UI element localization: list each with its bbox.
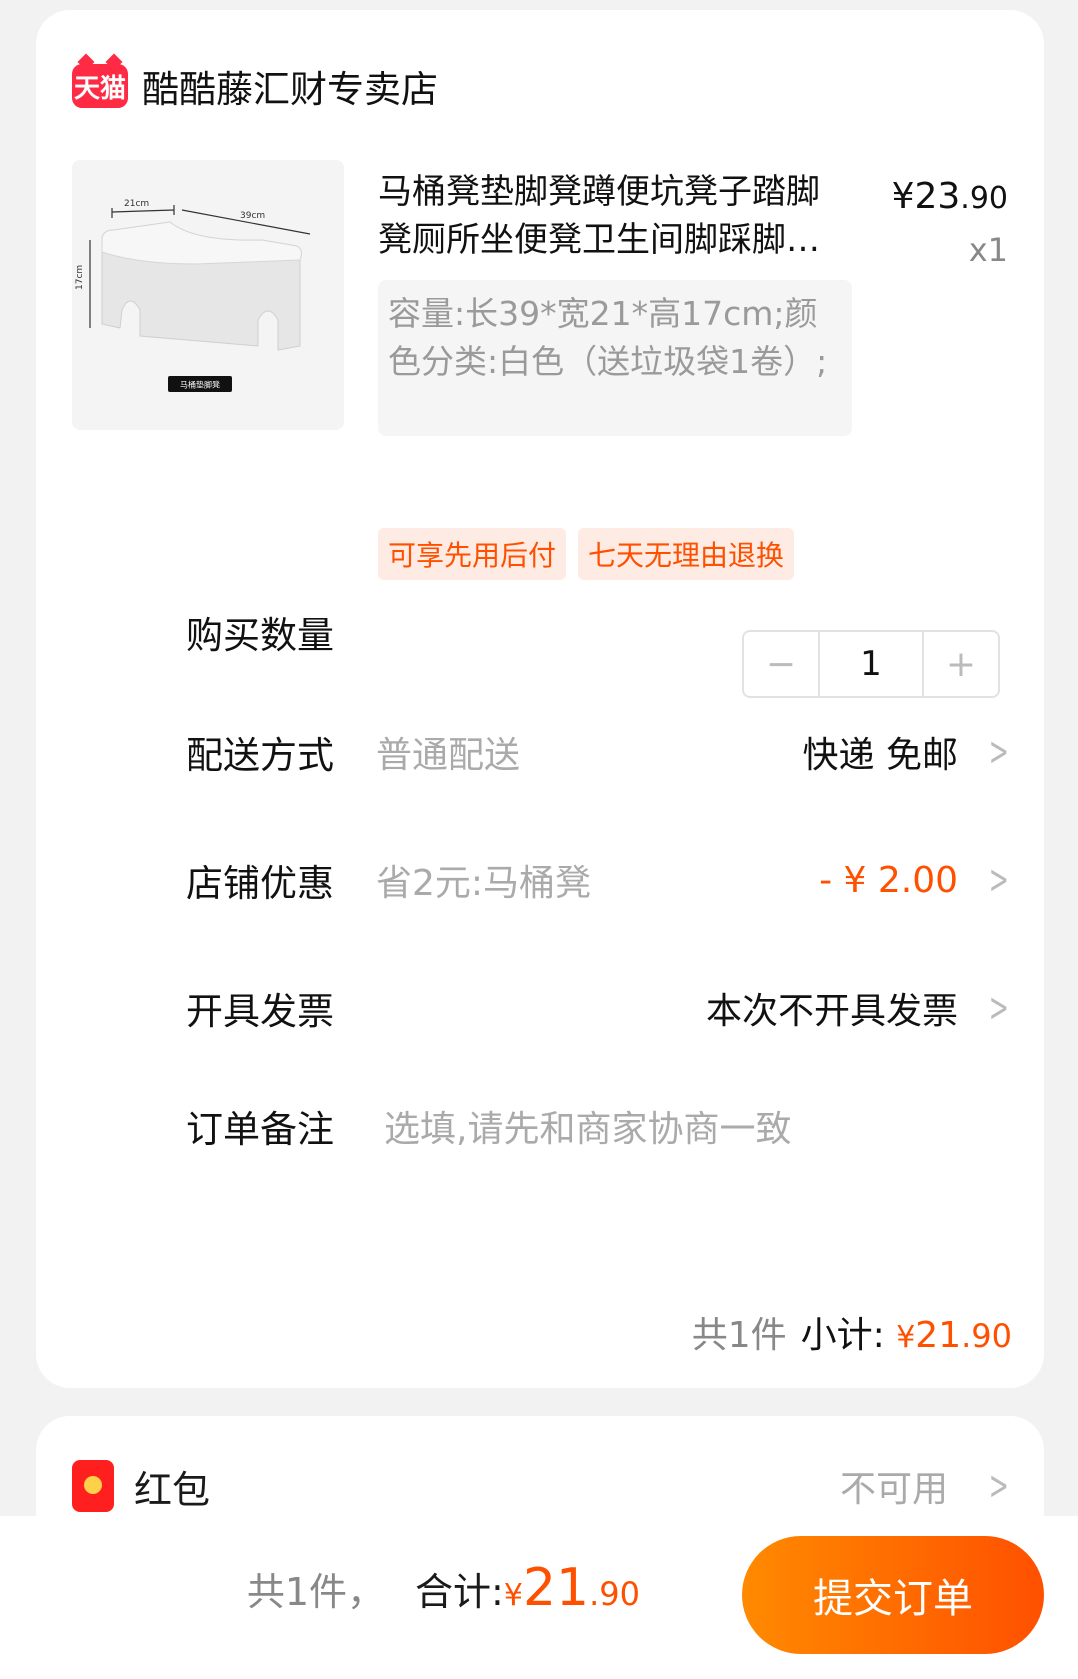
height-dim-label: 17cm bbox=[75, 265, 85, 290]
width-dim-label: 21cm bbox=[124, 199, 149, 209]
tmall-logo-icon: 天猫 bbox=[72, 64, 128, 108]
submit-order-button[interactable]: 提交订单 bbox=[742, 1536, 1044, 1654]
tag-return-policy: 七天无理由退换 bbox=[578, 528, 795, 580]
store-name[interactable]: 酷酷藤汇财专卖店 bbox=[142, 59, 438, 113]
chevron-right-icon: > bbox=[988, 857, 1009, 903]
price-column: ¥23.90 x1 bbox=[892, 176, 1008, 269]
unit-price: ¥23.90 bbox=[891, 176, 1008, 217]
delivery-value: 快递 免邮 bbox=[802, 735, 958, 776]
store-header[interactable]: 天猫 酷酷藤汇财专卖店 bbox=[72, 56, 438, 116]
decrement-button[interactable]: − bbox=[744, 632, 818, 696]
discount-label: 店铺优惠 bbox=[186, 862, 334, 905]
increment-button[interactable]: + bbox=[924, 632, 998, 696]
subtotal: 共1件 小计: ¥21.90 bbox=[692, 1306, 1012, 1358]
product-title[interactable]: 马桶凳垫脚凳蹲便坑凳子踏脚凳厕所坐便凳卫生间脚踩脚… bbox=[378, 168, 848, 264]
redpacket-value: 不可用 bbox=[839, 1469, 948, 1510]
total-count: 共1件， bbox=[246, 1570, 386, 1614]
stool-illustration: 21cm 39cm 17cm 马桶垫脚凳 bbox=[75, 199, 311, 392]
item-quantity: x1 bbox=[968, 231, 1008, 269]
service-tags: 可享先用后付 七天无理由退换 bbox=[378, 528, 795, 580]
store-order-card: 天猫 酷酷藤汇财专卖店 21cm 39cm 17cm 马桶垫脚凳 马桶凳垫脚凳蹲… bbox=[36, 10, 1044, 1388]
chevron-right-icon: > bbox=[988, 985, 1009, 1031]
total-label: 合计: bbox=[415, 1570, 504, 1614]
tag-pay-later: 可享先用后付 bbox=[378, 528, 567, 580]
remark-label: 订单备注 bbox=[186, 1108, 334, 1151]
remark-input[interactable]: 选填,请先和商家协商一致 bbox=[384, 1100, 1008, 1152]
discount-amount: - ¥ 2.00 bbox=[819, 859, 958, 901]
discount-desc: 省2元:马桶凳 bbox=[376, 863, 592, 904]
delivery-label: 配送方式 bbox=[186, 734, 334, 777]
quantity-value[interactable]: 1 bbox=[818, 632, 924, 696]
chevron-right-icon: > bbox=[988, 1463, 1009, 1509]
remark-row[interactable]: 订单备注 选填,请先和商家协商一致 bbox=[186, 1096, 1008, 1156]
invoice-label: 开具发票 bbox=[186, 990, 334, 1033]
bottom-bar: 共1件， 合计: ¥21.90 提交订单 bbox=[0, 1516, 1078, 1679]
product-image[interactable]: 21cm 39cm 17cm 马桶垫脚凳 bbox=[72, 160, 344, 430]
redpacket-label: 红包 bbox=[134, 1467, 211, 1512]
length-dim-label: 39cm bbox=[240, 211, 265, 221]
chevron-right-icon: > bbox=[988, 729, 1009, 775]
redpacket-row[interactable]: 红包 不可用 > bbox=[72, 1456, 1009, 1516]
quantity-label: 购买数量 bbox=[186, 614, 334, 657]
delivery-method: 普通配送 bbox=[376, 735, 521, 776]
discount-row[interactable]: 店铺优惠 省2元:马桶凳 - ¥ 2.00 > bbox=[186, 850, 1009, 910]
order-total: 共1件， 合计: ¥21.90 bbox=[247, 1558, 640, 1618]
subtotal-amount: ¥21.90 bbox=[896, 1315, 1012, 1356]
quantity-stepper[interactable]: − 1 + bbox=[742, 630, 1000, 698]
invoice-value: 本次不开具发票 bbox=[705, 991, 958, 1032]
subtotal-label: 小计: bbox=[800, 1315, 885, 1356]
delivery-row[interactable]: 配送方式 普通配送 快递 免邮 > bbox=[186, 722, 1009, 782]
subtotal-count: 共1件 bbox=[691, 1315, 787, 1356]
red-packet-icon bbox=[72, 1460, 114, 1512]
product-spec[interactable]: 容量:长39*宽21*高17cm;颜色分类:白色（送垃圾袋1卷）; bbox=[378, 280, 852, 436]
total-amount: ¥21.90 bbox=[503, 1558, 640, 1618]
invoice-row[interactable]: 开具发票 本次不开具发票 > bbox=[186, 978, 1009, 1038]
image-caption: 马桶垫脚凳 bbox=[180, 380, 220, 390]
